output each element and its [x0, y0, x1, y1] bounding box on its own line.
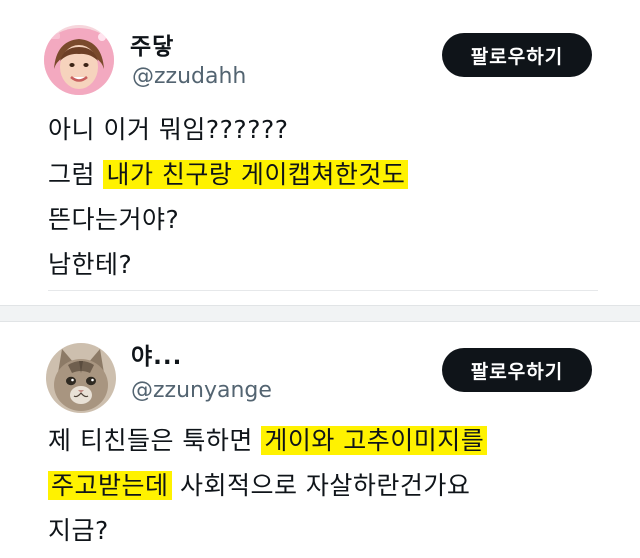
tweet-text-line: 제 티친들은 툭하면 게이와 고추이미지를 [48, 418, 488, 463]
divider [48, 290, 598, 291]
follow-button[interactable]: 팔로우하기 [442, 33, 592, 77]
display-name[interactable]: 야... [131, 337, 182, 371]
highlighted-text: 내가 친구랑 게이캡쳐한것도 [103, 160, 409, 189]
user-handle[interactable]: @zzunyange [131, 378, 272, 403]
text-segment: 그럼 [48, 160, 104, 189]
tweet-text-line: 지금? [48, 508, 487, 553]
tweet-card: 야... @zzunyange 팔로우하기 제 티친들은 툭하면 게이와 고추이… [0, 322, 640, 558]
avatar[interactable] [44, 25, 114, 95]
text-segment: 지금? [48, 516, 109, 545]
tweet-separator [0, 305, 640, 322]
follow-button[interactable]: 팔로우하기 [442, 348, 592, 392]
avatar-woman-icon [44, 25, 114, 95]
tweet-text-line: 아니 이거 뭐임?????? [48, 107, 408, 152]
text-segment: 남한테? [48, 250, 133, 279]
avatar[interactable] [46, 343, 116, 413]
text-segment: 사회적으로 자살하란건가요 [171, 471, 471, 500]
tweet-text-line: 그럼 내가 친구랑 게이캡쳐한것도 [48, 152, 409, 197]
tweet-card: 주닿 @zzudahh 팔로우하기 아니 이거 뭐임?????? 그럼 내가 친… [0, 0, 640, 305]
highlighted-text: 주고받는데 [48, 471, 172, 500]
text-segment: 제 티친들은 툭하면 [48, 426, 262, 455]
tweet-text: 제 티친들은 툭하면 게이와 고추이미지를 주고받는데 사회적으로 자살하란건가… [48, 418, 488, 553]
tweet-text-line: 주고받는데 사회적으로 자살하란건가요 [48, 463, 487, 508]
display-name[interactable]: 주닿 [130, 27, 174, 61]
highlighted-text: 게이와 고추이미지를 [261, 426, 488, 455]
text-segment: 뜬다는거야? [48, 205, 180, 234]
tweet-text-line: 남한테? [48, 242, 408, 287]
tweet-text: 아니 이거 뭐임?????? 그럼 내가 친구랑 게이캡쳐한것도 뜬다는거야? … [48, 107, 409, 287]
text-segment: 아니 이거 뭐임?????? [48, 115, 289, 144]
avatar-cat-icon [46, 343, 116, 413]
user-handle[interactable]: @zzudahh [132, 64, 246, 89]
tweet-text-line: 뜬다는거야? [48, 197, 408, 242]
